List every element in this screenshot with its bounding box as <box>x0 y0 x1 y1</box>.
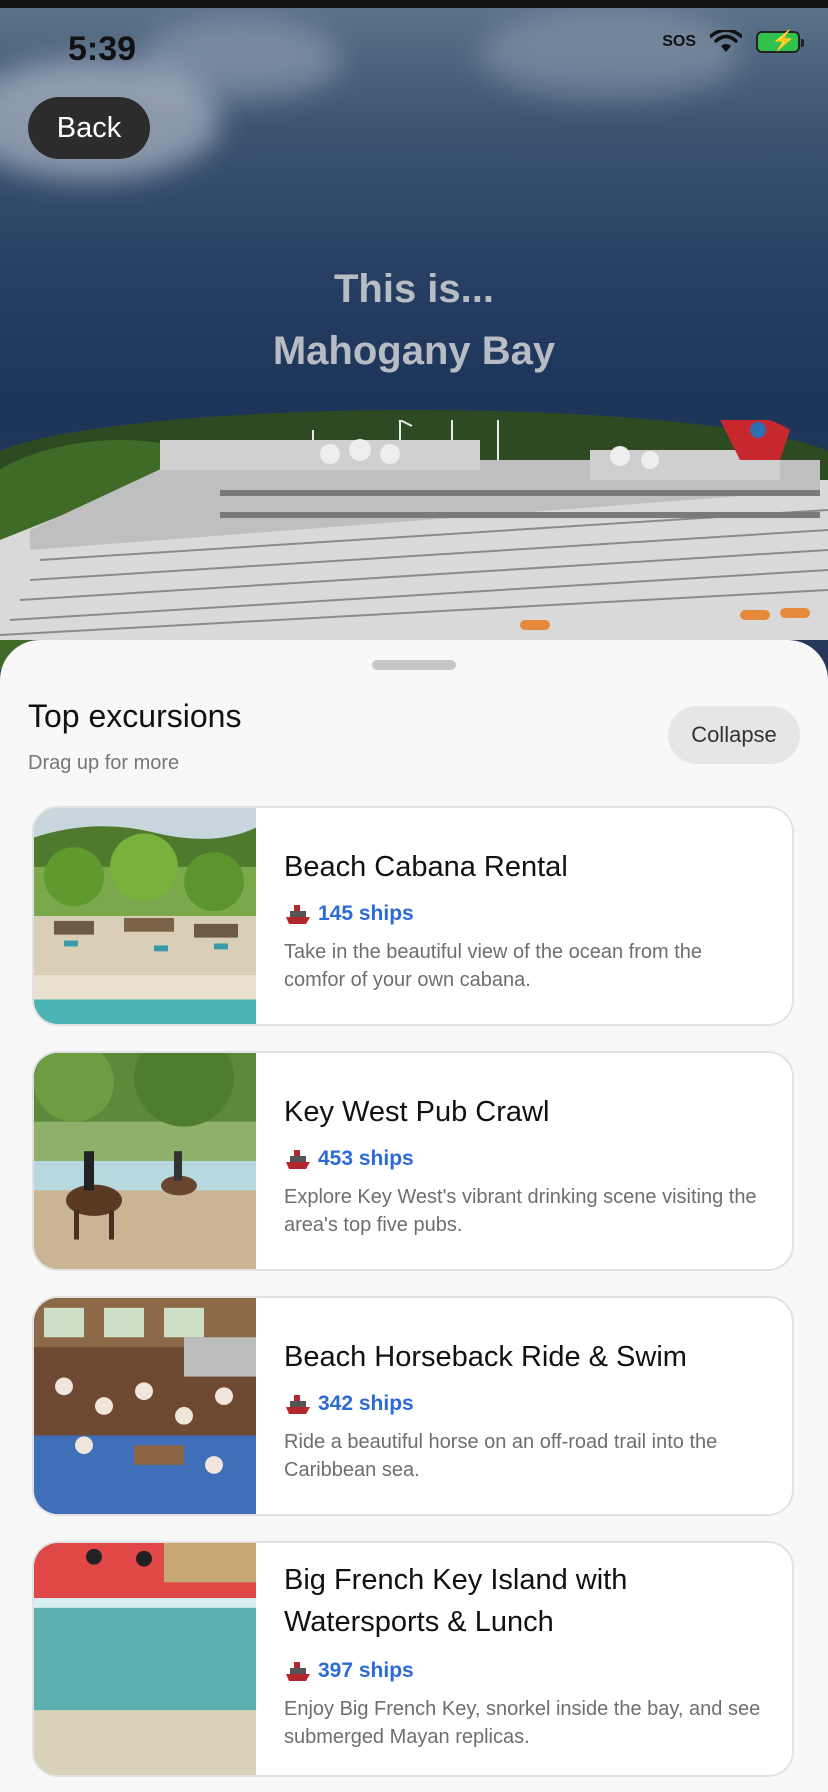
excursion-card-beach-cabana[interactable]: Beach Cabana Rental 145 ships Take in th… <box>32 806 794 1026</box>
excursion-description: Ride a beautiful horse on an off-road tr… <box>284 1431 718 1481</box>
ship-count-label: 342 ships <box>318 1392 414 1415</box>
back-button[interactable]: Back <box>28 97 150 159</box>
battery-icon: ⚡ <box>756 30 804 53</box>
cloud <box>480 10 740 100</box>
ship-count[interactable]: 145 ships <box>284 902 414 926</box>
excursion-title: Key West Pub Crawl <box>284 1096 550 1128</box>
sheet-subtitle: Drag up for more <box>28 752 180 774</box>
ship-count-label: 145 ships <box>318 902 414 925</box>
hero-title-line2: Mahogany Bay <box>272 329 556 373</box>
excursion-card-beach-horseback[interactable]: Beach Horseback Ride & Swim 342 ships Ri… <box>32 1296 794 1516</box>
sos-indicator: SOS <box>662 33 696 50</box>
collapse-button[interactable]: Collapse <box>668 706 800 764</box>
excursion-thumbnail <box>34 1543 256 1775</box>
ship-count[interactable]: 397 ships <box>284 1659 414 1683</box>
ship-icon <box>286 1662 310 1681</box>
excursion-thumbnail <box>34 1298 256 1514</box>
excursion-title: Big French Key Island with Watersports &… <box>284 1564 628 1638</box>
excursion-description: Enjoy Big French Key, snorkel inside the… <box>284 1698 761 1748</box>
ship-icon <box>286 1150 310 1169</box>
top-strip <box>0 0 828 8</box>
excursions-sheet[interactable]: Top excursions Drag up for more Collapse… <box>0 640 828 1792</box>
ship-count[interactable]: 453 ships <box>284 1147 414 1171</box>
wifi-icon <box>710 30 742 52</box>
excursion-thumbnail <box>34 808 256 1024</box>
cloud <box>140 20 340 100</box>
excursion-title: Beach Cabana Rental <box>284 851 568 883</box>
status-icons: SOS ⚡ <box>662 30 804 54</box>
ship-icon <box>286 905 310 924</box>
ship-icon <box>286 1395 310 1414</box>
excursion-thumbnail <box>34 1053 256 1269</box>
sheet-title: Top excursions <box>28 698 242 734</box>
cruise-ship-image <box>0 420 828 640</box>
ship-count[interactable]: 342 ships <box>284 1392 414 1416</box>
excursion-card-big-french-key[interactable]: Big French Key Island with Watersports &… <box>32 1541 794 1777</box>
ship-count-label: 453 ships <box>318 1147 414 1170</box>
excursion-description: Take in the beautiful view of the ocean … <box>284 941 703 991</box>
ship-count-label: 397 ships <box>318 1659 414 1682</box>
status-time: 5:39 <box>68 30 137 68</box>
sheet-grabber[interactable] <box>372 660 456 670</box>
hero-title-line1: This is... <box>333 267 495 311</box>
hero-title: This is... Mahogany Bay <box>0 258 828 382</box>
excursion-description: Explore Key West's vibrant drinking scen… <box>284 1186 757 1236</box>
excursion-title: Beach Horseback Ride & Swim <box>284 1341 687 1373</box>
excursion-card-key-west-pub-crawl[interactable]: Key West Pub Crawl 453 ships Explore Key… <box>32 1051 794 1271</box>
